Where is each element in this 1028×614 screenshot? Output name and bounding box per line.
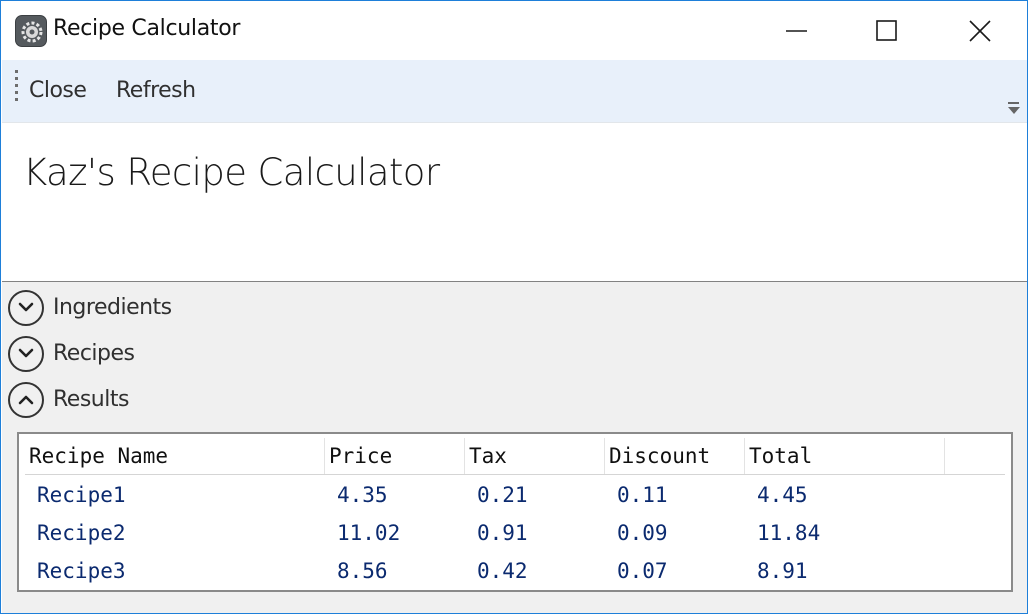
window-title: Recipe Calculator	[53, 16, 241, 41]
cell-tax[interactable]: 0.21	[465, 476, 605, 514]
chevron-down-icon[interactable]	[8, 336, 44, 372]
expander-panel: Ingredients Recipes Results Recipe Name …	[2, 281, 1027, 613]
chevron-up-icon[interactable]	[8, 382, 44, 418]
column-header-discount[interactable]: Discount	[605, 438, 745, 474]
grid-header-row: Recipe Name Price Tax Discount Total	[25, 438, 1005, 475]
cell-recipe-name[interactable]: Recipe1	[25, 476, 325, 514]
expander-label: Recipes	[53, 341, 135, 366]
title-bar[interactable]: Recipe Calculator	[1, 1, 1027, 60]
cell-tax[interactable]: 0.42	[465, 552, 605, 590]
page-title: Kaz's Recipe Calculator	[23, 151, 440, 194]
expander-results[interactable]: Results	[6, 380, 406, 420]
expander-label: Results	[53, 387, 129, 412]
toolbar: Close Refresh	[2, 60, 1027, 123]
close-window-button[interactable]	[934, 1, 1026, 60]
minimize-icon	[786, 30, 807, 32]
cell-recipe-name[interactable]: Recipe3	[25, 552, 325, 590]
close-button[interactable]: Close	[29, 78, 87, 103]
expander-ingredients[interactable]: Ingredients	[6, 288, 406, 328]
minimize-button[interactable]	[751, 1, 843, 60]
cell-discount[interactable]: 0.09	[605, 514, 745, 552]
results-data-grid[interactable]: Recipe Name Price Tax Discount Total Rec…	[17, 432, 1013, 592]
maximize-icon	[876, 20, 897, 41]
column-header-tax[interactable]: Tax	[465, 438, 605, 474]
table-row[interactable]: Recipe1 4.35 0.21 0.11 4.45	[25, 476, 1005, 514]
expander-recipes[interactable]: Recipes	[6, 334, 406, 374]
cell-total[interactable]: 11.84	[745, 514, 945, 552]
column-header-recipe-name[interactable]: Recipe Name	[25, 438, 325, 474]
close-icon	[969, 20, 991, 42]
maximize-button[interactable]	[841, 1, 933, 60]
column-header-total[interactable]: Total	[745, 438, 945, 474]
app-window: Recipe Calculator Close Refresh Kaz's Re…	[0, 0, 1028, 614]
table-row[interactable]: Recipe3 8.56 0.42 0.07 8.91	[25, 552, 1005, 590]
refresh-button[interactable]: Refresh	[116, 78, 196, 103]
cell-price[interactable]: 4.35	[325, 476, 465, 514]
expander-label: Ingredients	[53, 295, 172, 320]
cell-price[interactable]: 8.56	[325, 552, 465, 590]
column-header-filler	[945, 438, 1005, 474]
column-header-price[interactable]: Price	[325, 438, 465, 474]
app-gear-icon	[15, 15, 47, 47]
cell-price[interactable]: 11.02	[325, 514, 465, 552]
header-area: Kaz's Recipe Calculator	[2, 123, 1027, 281]
cell-discount[interactable]: 0.11	[605, 476, 745, 514]
cell-total[interactable]: 8.91	[745, 552, 945, 590]
cell-total[interactable]: 4.45	[745, 476, 945, 514]
cell-tax[interactable]: 0.91	[465, 514, 605, 552]
table-row[interactable]: Recipe2 11.02 0.91 0.09 11.84	[25, 514, 1005, 552]
chevron-down-icon[interactable]	[8, 290, 44, 326]
toolbar-overflow-icon[interactable]	[1007, 100, 1021, 116]
cell-discount[interactable]: 0.07	[605, 552, 745, 590]
cell-recipe-name[interactable]: Recipe2	[25, 514, 325, 552]
toolbar-grip-icon[interactable]	[15, 70, 19, 106]
